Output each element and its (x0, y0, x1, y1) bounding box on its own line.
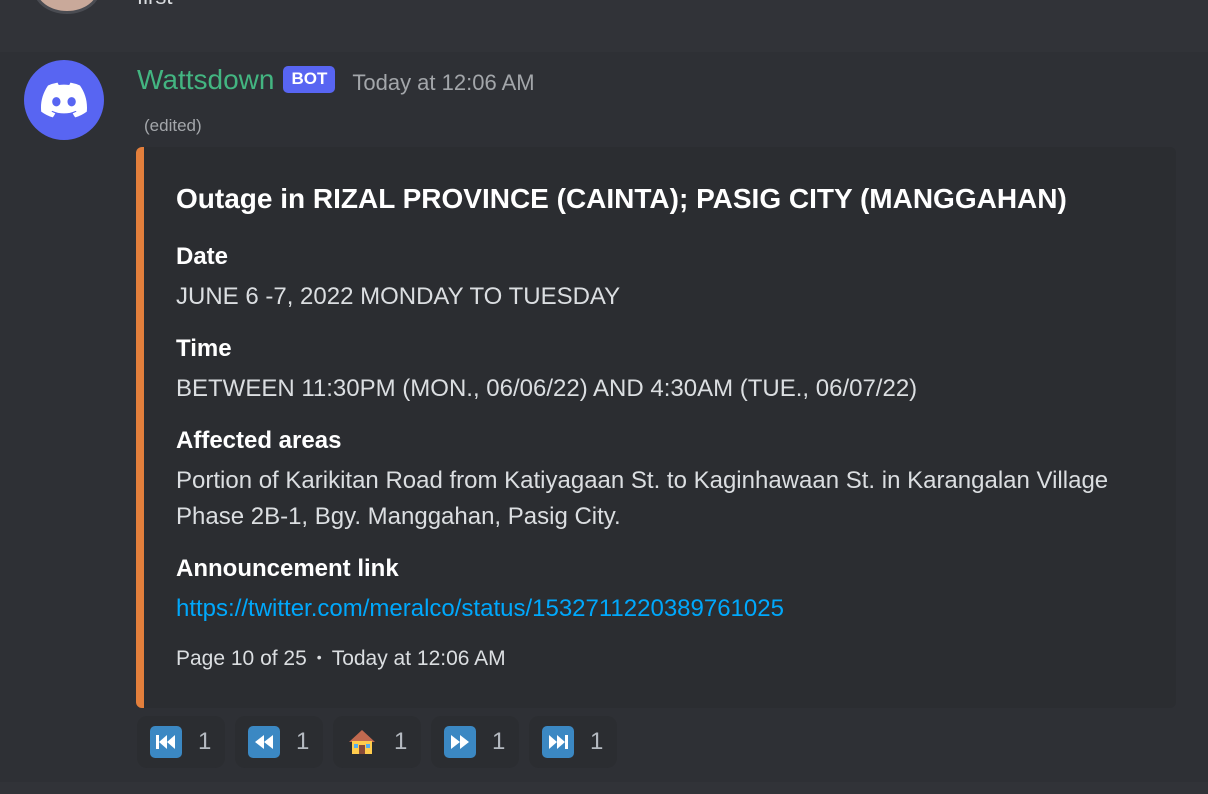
footer-page: Page 10 of 25 (176, 647, 307, 670)
reaction-last-page[interactable]: 1 (529, 716, 617, 768)
footer-timestamp: Today at 12:06 AM (331, 647, 506, 670)
username[interactable]: Wattsdown (137, 64, 274, 96)
embed: Outage in RIZAL PROVINCE (CAINTA); PASIG… (136, 147, 1176, 708)
field-value-announcement-link: https://twitter.com/meralco/status/15327… (176, 591, 1136, 627)
reaction-count: 1 (394, 728, 408, 755)
reaction-count: 1 (296, 728, 310, 755)
reaction-count: 1 (492, 728, 506, 755)
reaction-next-page[interactable]: 1 (431, 716, 519, 768)
field-value-affected-areas: Portion of Karikitan Road from Katiyagaa… (176, 467, 1109, 530)
field-name-date: Date (176, 243, 229, 270)
bot-tag: BOT (283, 65, 336, 93)
footer-separator: • (316, 649, 322, 665)
embed-footer: Page 10 of 25 • Today at 12:06 AM (176, 647, 506, 671)
field-name-announcement-link: Announcement link (176, 555, 399, 582)
embed-title: Outage in RIZAL PROVINCE (CAINTA); PASIG… (176, 183, 1067, 214)
discord-logo-icon (41, 82, 87, 118)
next-page-icon (444, 726, 476, 758)
reactions: 1 1 1 1 1 (137, 716, 617, 768)
avatar[interactable] (24, 60, 104, 140)
field-value-date: JUNE 6 -7, 2022 MONDAY TO TUESDAY (176, 283, 621, 310)
edited-label: (edited) (144, 116, 202, 135)
reaction-first-page[interactable]: 1 (137, 716, 225, 768)
reaction-previous-page[interactable]: 1 (235, 716, 323, 768)
first-page-icon (150, 726, 182, 758)
field-name-affected-areas: Affected areas (176, 427, 342, 454)
message-timestamp[interactable]: Today at 12:06 AM (352, 70, 534, 96)
announcement-link[interactable]: https://twitter.com/meralco/status/15327… (176, 595, 784, 622)
previous-page-icon (248, 726, 280, 758)
field-name-time: Time (176, 335, 232, 362)
previous-avatar[interactable] (33, 0, 101, 14)
previous-message-text: first (137, 0, 172, 10)
previous-message: first (0, 0, 1208, 52)
reaction-home[interactable]: 1 (333, 716, 421, 768)
last-page-icon (542, 726, 574, 758)
house-icon (346, 726, 378, 758)
field-value-time: BETWEEN 11:30PM (MON., 06/06/22) AND 4:3… (176, 375, 918, 402)
reaction-count: 1 (590, 728, 604, 755)
message-header: Wattsdown BOT Today at 12:06 AM (137, 60, 535, 100)
reaction-count: 1 (198, 728, 212, 755)
